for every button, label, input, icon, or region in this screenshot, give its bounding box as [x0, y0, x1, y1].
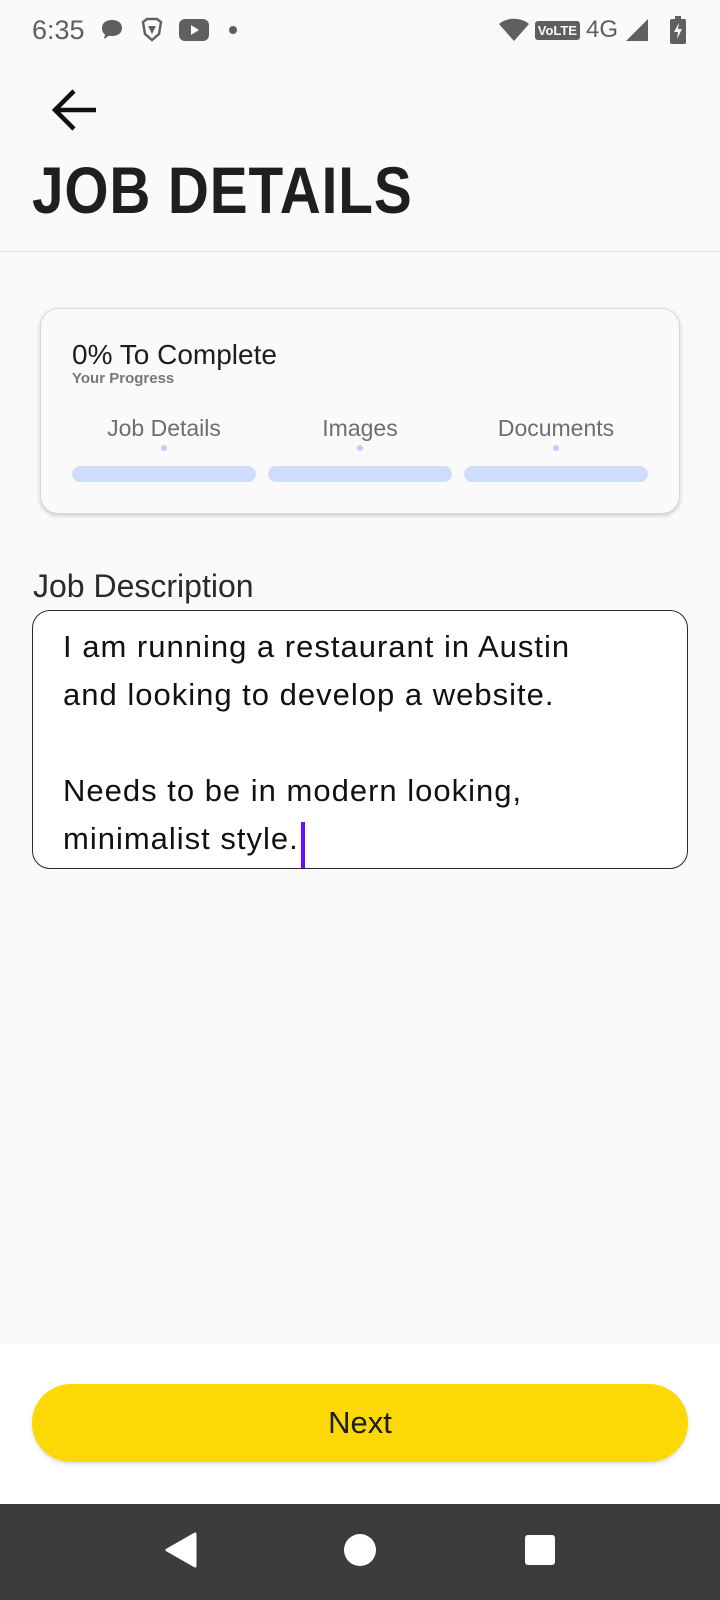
youtube-icon: [178, 19, 209, 41]
progress-title: 0% To Complete: [72, 339, 277, 370]
step-label: Documents: [497, 415, 615, 441]
status-bar: 6:35 VoLTE 4G: [0, 0, 720, 60]
job-description-input[interactable]: I am running a restaurant in Austin and …: [32, 610, 688, 869]
signal-icon: [624, 17, 650, 43]
back-button[interactable]: [44, 82, 104, 142]
arrow-left-icon: [50, 87, 98, 138]
system-nav-bar: [0, 1504, 720, 1600]
dot-icon: [223, 20, 243, 40]
home-circle-icon: [342, 1532, 378, 1573]
step-indicator-dot: [161, 445, 167, 451]
text-cursor: [300, 821, 305, 868]
step-label: Images: [322, 415, 398, 441]
nav-home-button[interactable]: [312, 1504, 408, 1600]
network-type: 4G: [585, 16, 618, 43]
step-indicator-dot: [357, 445, 363, 451]
nav-back-button[interactable]: [132, 1504, 228, 1600]
page-title: JOB DETAILS: [32, 153, 413, 227]
chat-bubble-icon: [99, 18, 125, 42]
progress-card: 0% To Complete Your Progress Job Details…: [40, 308, 680, 514]
brave-lion-icon: [139, 17, 165, 43]
recents-square-icon: [524, 1534, 556, 1571]
step-images: Images: [268, 407, 452, 487]
volte-icon: VoLTE: [534, 20, 580, 40]
step-label: Job Details: [107, 415, 221, 441]
nav-recents-button[interactable]: [492, 1504, 588, 1600]
battery-charging-icon: [670, 16, 686, 44]
step-progress-bar: [464, 466, 648, 482]
job-description-text: I am running a restaurant in Austin and …: [63, 629, 571, 856]
step-documents: Documents: [464, 407, 648, 487]
step-indicator-dot: [553, 445, 559, 451]
progress-subtitle: Your Progress: [72, 370, 175, 387]
step-progress-bar: [268, 466, 452, 482]
footer: Next: [0, 1344, 720, 1504]
step-job-details: Job Details: [72, 407, 256, 487]
wifi-icon: [498, 18, 529, 42]
step-progress-bar: [72, 466, 256, 482]
app-header: JOB DETAILS: [0, 60, 720, 252]
back-triangle-icon: [163, 1532, 197, 1573]
next-button[interactable]: Next: [32, 1384, 688, 1462]
job-description-label: Job Description: [33, 568, 254, 604]
status-time: 6:35: [32, 14, 85, 45]
